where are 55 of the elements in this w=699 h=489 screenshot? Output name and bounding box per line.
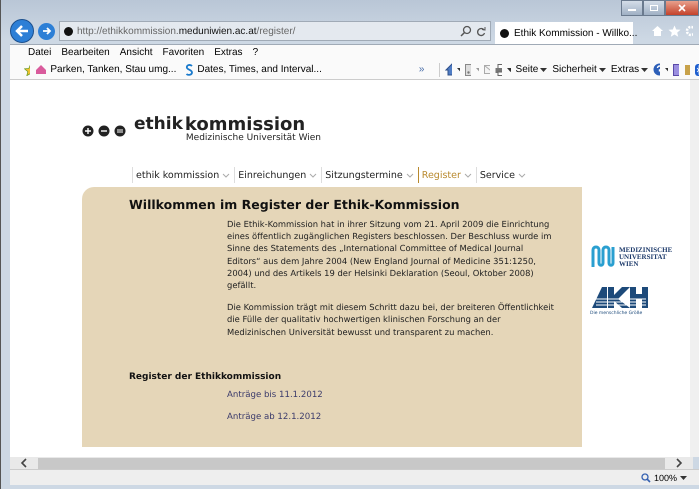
back-arrow-icon bbox=[14, 24, 30, 38]
forward-button[interactable] bbox=[38, 22, 55, 40]
house-icon bbox=[35, 64, 48, 75]
register-link[interactable]: Anträge ab 12.1.2012 bbox=[227, 412, 572, 422]
scroll-right-icon[interactable] bbox=[675, 458, 683, 468]
favorite-link[interactable]: Dates, Times, and Interval... bbox=[185, 64, 322, 76]
chevron-down-icon bbox=[309, 172, 318, 178]
menu-item[interactable]: Bearbeiten bbox=[61, 47, 110, 58]
section-heading: Register der Ethikkommission bbox=[129, 372, 282, 382]
refresh-icon[interactable] bbox=[476, 26, 486, 36]
minimize-icon[interactable] bbox=[621, 0, 643, 16]
url-text: http://ethikkommission.meduniwien.ac.at/register/ bbox=[77, 26, 296, 36]
vertical-scrollbar[interactable] bbox=[690, 80, 699, 457]
command-menu[interactable]: Seite bbox=[516, 64, 548, 75]
logo-wordmark: kommission bbox=[184, 116, 306, 134]
register-link[interactable]: Anträge bis 11.1.2012 bbox=[227, 390, 572, 400]
close-icon[interactable] bbox=[665, 0, 699, 16]
s-logo-icon bbox=[185, 64, 194, 76]
page-heading: Willkommen im Register der Ethik-Kommission bbox=[129, 197, 461, 212]
university-logo-icon bbox=[590, 245, 616, 269]
chevron-down-icon bbox=[222, 172, 230, 178]
menu-item[interactable]: ? bbox=[252, 47, 258, 58]
nav-item[interactable]: Sitzungstermine bbox=[321, 167, 418, 183]
site-icon bbox=[64, 26, 73, 36]
menu-item[interactable]: Ansicht bbox=[120, 47, 153, 58]
intro-paragraph: Die Ethik-Kommission hat in ihrer Sitzung vom 21. April 2009 die Einrichtung eines öffentlich zugänglichen Registers beschlossen. Der Beschluss wurde im Sinne des Statements des „International Committee of Medical Journal Editors“ aus dem Jahre 2004 (New England Journal of Medicine 351:1250, 2004) und des Artikels 19 der Helsinki Deklaration (Seoul, Oktober 2008) gefällt. bbox=[227, 218, 552, 292]
star-icon[interactable] bbox=[668, 25, 681, 37]
scrollbar-thumb[interactable] bbox=[38, 458, 665, 468]
logo-wordmark: ethik bbox=[134, 116, 183, 133]
chevron-down-icon bbox=[518, 172, 526, 178]
zoom-icon[interactable] bbox=[640, 472, 651, 482]
nav-item[interactable]: ethik kommission bbox=[132, 167, 234, 183]
nav-item[interactable]: Service bbox=[476, 167, 530, 183]
forward-arrow-icon bbox=[42, 26, 52, 36]
maximize-icon[interactable] bbox=[643, 0, 665, 16]
chevron-down-icon bbox=[406, 172, 414, 178]
zoom-level[interactable]: 100% bbox=[654, 472, 677, 482]
address-bar[interactable]: http://ethikkommission.meduniwien.ac.at/register/ bbox=[59, 21, 491, 41]
back-button[interactable] bbox=[10, 19, 34, 43]
menu-item[interactable]: Extras bbox=[214, 47, 243, 58]
menu-item[interactable]: Favoriten bbox=[162, 47, 204, 58]
scroll-left-icon[interactable] bbox=[20, 458, 28, 468]
search-icon[interactable] bbox=[460, 25, 472, 37]
favorite-link[interactable]: Parken, Tanken, Stau umg... bbox=[35, 64, 176, 75]
intro-paragraph: Die Kommission trägt mit diesem Schritt dazu bei, der breiteren Öffentlichkeit die Fülle der qualitativ hochwertigen klinischen Forschung an der Medizinischen Universität bewusst und transparent zu machen. bbox=[227, 301, 555, 338]
logo-subtitle: Medizinische Universität Wien bbox=[186, 134, 322, 143]
command-menu[interactable]: Extras bbox=[610, 64, 648, 75]
more-chevron[interactable]: » bbox=[418, 64, 424, 75]
toolbar-icon[interactable] bbox=[672, 64, 680, 76]
command-menu[interactable]: Sicherheit bbox=[552, 64, 606, 75]
hospital-logo-icon bbox=[590, 285, 648, 309]
menu-item[interactable]: Datei bbox=[28, 47, 52, 58]
nav-item[interactable]: Einreichungen bbox=[234, 167, 322, 183]
site-icon bbox=[500, 28, 509, 38]
chevron-down-icon bbox=[464, 172, 472, 178]
